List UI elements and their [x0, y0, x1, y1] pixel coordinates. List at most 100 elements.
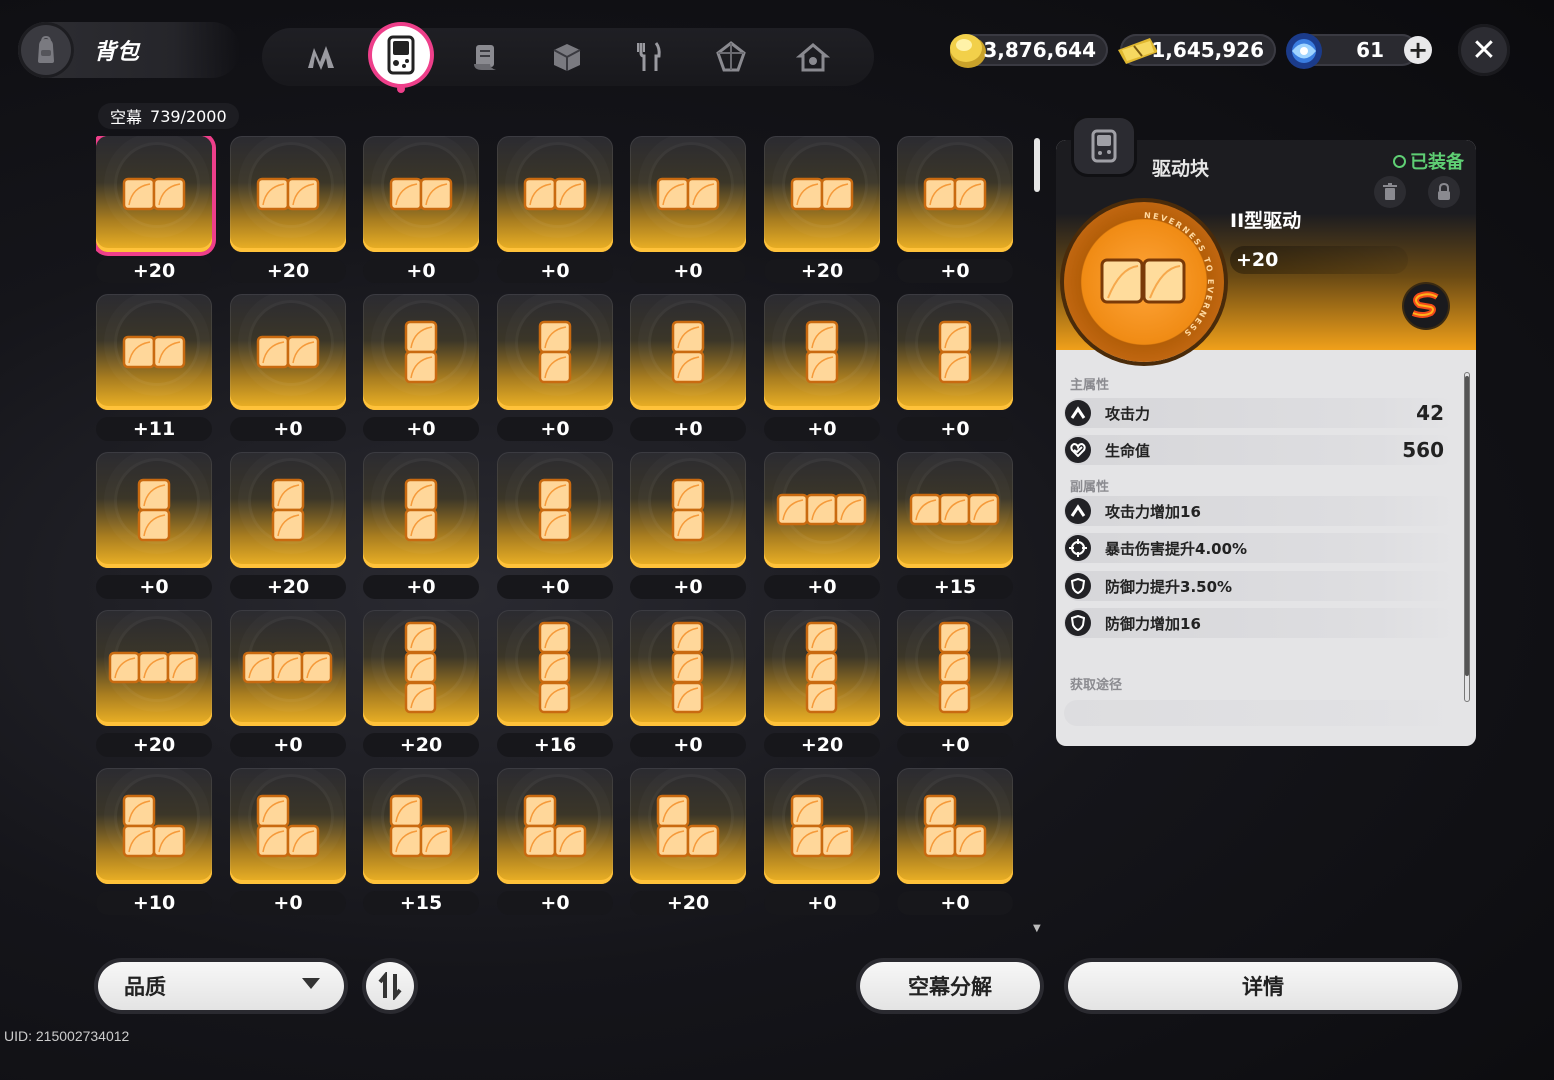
- drive-disc-slot[interactable]: +0: [764, 452, 880, 602]
- drive-disc-tile[interactable]: [96, 136, 212, 252]
- sort-order-button[interactable]: [366, 962, 414, 1010]
- source-row[interactable]: [1064, 700, 1456, 726]
- add-polychrome-button[interactable]: +: [1404, 36, 1432, 64]
- drive-disc-tile[interactable]: [363, 768, 479, 884]
- crystal-icon: [716, 41, 746, 72]
- drive-disc-tile[interactable]: [630, 610, 746, 726]
- tab-drive-disc[interactable]: [372, 26, 430, 93]
- drive-disc-slot[interactable]: +20: [96, 136, 212, 286]
- drive-disc-slot[interactable]: +0: [764, 768, 880, 918]
- tab-items[interactable]: [540, 30, 594, 84]
- drive-disc-slot[interactable]: +0: [630, 610, 746, 760]
- drive-disc-slot[interactable]: +0: [363, 294, 479, 444]
- drive-disc-slot[interactable]: +11: [96, 294, 212, 444]
- drive-disc-tile[interactable]: [764, 768, 880, 884]
- equipped-dot-icon: [1393, 155, 1406, 168]
- drive-disc-level: +0: [630, 417, 746, 441]
- backpack-icon: [18, 22, 74, 78]
- drive-disc-slot[interactable]: +20: [96, 610, 212, 760]
- details-button[interactable]: 详情: [1068, 962, 1458, 1010]
- discard-button[interactable]: [1374, 176, 1406, 208]
- sub-stat-row: 攻击力增加16: [1064, 496, 1456, 526]
- drive-disc-slot[interactable]: +0: [897, 294, 1013, 444]
- drive-disc-tile[interactable]: [630, 452, 746, 568]
- drive-disc-tile[interactable]: [96, 610, 212, 726]
- grid-scrollbar-thumb[interactable]: [1034, 138, 1040, 192]
- decompose-button[interactable]: 空幕分解: [860, 962, 1040, 1010]
- drive-disc-slot[interactable]: +0: [497, 452, 613, 602]
- drive-disc-tile[interactable]: [96, 768, 212, 884]
- drive-disc-slot[interactable]: +10: [96, 768, 212, 918]
- drive-disc-tile[interactable]: [897, 610, 1013, 726]
- drive-disc-slot[interactable]: +0: [630, 294, 746, 444]
- drive-disc-grid[interactable]: +20 +20 +0 +0 +0 +20 +0 +11 +0 +0 +0 +0 +0 +0 +0 +20 +0 +…: [96, 136, 1016, 932]
- drive-disc-slot[interactable]: +20: [230, 136, 346, 286]
- tab-crystal[interactable]: [704, 30, 758, 84]
- drive-disc-slot[interactable]: +0: [497, 136, 613, 286]
- drive-disc-slot[interactable]: +0: [497, 768, 613, 918]
- drive-disc-tile[interactable]: [363, 452, 479, 568]
- drive-disc-slot[interactable]: +0: [96, 452, 212, 602]
- drive-disc-tile[interactable]: [897, 136, 1013, 252]
- drive-disc-tile[interactable]: [363, 136, 479, 252]
- drive-disc-slot[interactable]: +16: [497, 610, 613, 760]
- drive-disc-slot[interactable]: +0: [897, 768, 1013, 918]
- drive-disc-tile[interactable]: [897, 768, 1013, 884]
- drive-disc-tile[interactable]: [497, 610, 613, 726]
- drive-disc-slot[interactable]: +0: [497, 294, 613, 444]
- drive-disc-tile[interactable]: [96, 294, 212, 410]
- detail-scrollbar-thumb[interactable]: [1465, 376, 1469, 676]
- drive-disc-tile[interactable]: [897, 294, 1013, 410]
- stat-name: 攻击力: [1105, 404, 1151, 423]
- drive-disc-tile[interactable]: [630, 136, 746, 252]
- drive-disc-slot[interactable]: +20: [363, 610, 479, 760]
- tab-food[interactable]: [622, 30, 676, 84]
- drive-disc-tile[interactable]: [764, 294, 880, 410]
- lock-button[interactable]: [1428, 176, 1460, 208]
- drive-disc-tile[interactable]: [764, 452, 880, 568]
- stat-name: 防御力增加16: [1105, 614, 1201, 633]
- drive-disc-slot[interactable]: +0: [230, 294, 346, 444]
- drive-disc-slot[interactable]: +20: [230, 452, 346, 602]
- drive-disc-slot[interactable]: +0: [897, 610, 1013, 760]
- drive-disc-tile[interactable]: [897, 452, 1013, 568]
- drive-disc-slot[interactable]: +20: [764, 136, 880, 286]
- drive-disc-tile[interactable]: [230, 452, 346, 568]
- drive-disc-tile[interactable]: [96, 452, 212, 568]
- close-button[interactable]: ✕: [1458, 24, 1510, 76]
- drive-disc-tile[interactable]: [497, 452, 613, 568]
- drive-disc-level: +0: [897, 891, 1013, 915]
- drive-disc-tile[interactable]: [230, 768, 346, 884]
- drive-disc-slot[interactable]: +0: [764, 294, 880, 444]
- drive-disc-slot[interactable]: +0: [630, 136, 746, 286]
- tab-furniture[interactable]: [786, 30, 840, 84]
- drive-disc-tile[interactable]: [630, 294, 746, 410]
- drive-disc-tile[interactable]: [497, 768, 613, 884]
- grid-scrollbar[interactable]: ▼: [1033, 134, 1041, 934]
- drive-disc-slot[interactable]: +20: [630, 768, 746, 918]
- tab-agent[interactable]: [294, 30, 348, 84]
- drive-disc-slot[interactable]: +15: [897, 452, 1013, 602]
- drive-disc-slot[interactable]: +0: [363, 452, 479, 602]
- drive-disc-slot[interactable]: +0: [630, 452, 746, 602]
- block-shape-icon: [805, 320, 839, 384]
- drive-disc-tile[interactable]: [363, 294, 479, 410]
- detail-scrollbar[interactable]: [1464, 372, 1470, 702]
- drive-disc-tile[interactable]: [363, 610, 479, 726]
- tab-material[interactable]: [458, 30, 512, 84]
- drive-disc-slot[interactable]: +0: [363, 136, 479, 286]
- drive-disc-tile[interactable]: [230, 610, 346, 726]
- drive-disc-slot[interactable]: +15: [363, 768, 479, 918]
- drive-disc-tile[interactable]: [230, 136, 346, 252]
- drive-disc-tile[interactable]: [497, 294, 613, 410]
- drive-disc-tile[interactable]: [630, 768, 746, 884]
- drive-disc-tile[interactable]: [764, 610, 880, 726]
- drive-disc-slot[interactable]: +0: [897, 136, 1013, 286]
- drive-disc-slot[interactable]: +0: [230, 768, 346, 918]
- drive-disc-tile[interactable]: [230, 294, 346, 410]
- drive-disc-slot[interactable]: +0: [230, 610, 346, 760]
- sort-quality-dropdown[interactable]: 品质: [98, 962, 344, 1010]
- drive-disc-tile[interactable]: [764, 136, 880, 252]
- drive-disc-slot[interactable]: +20: [764, 610, 880, 760]
- drive-disc-tile[interactable]: [497, 136, 613, 252]
